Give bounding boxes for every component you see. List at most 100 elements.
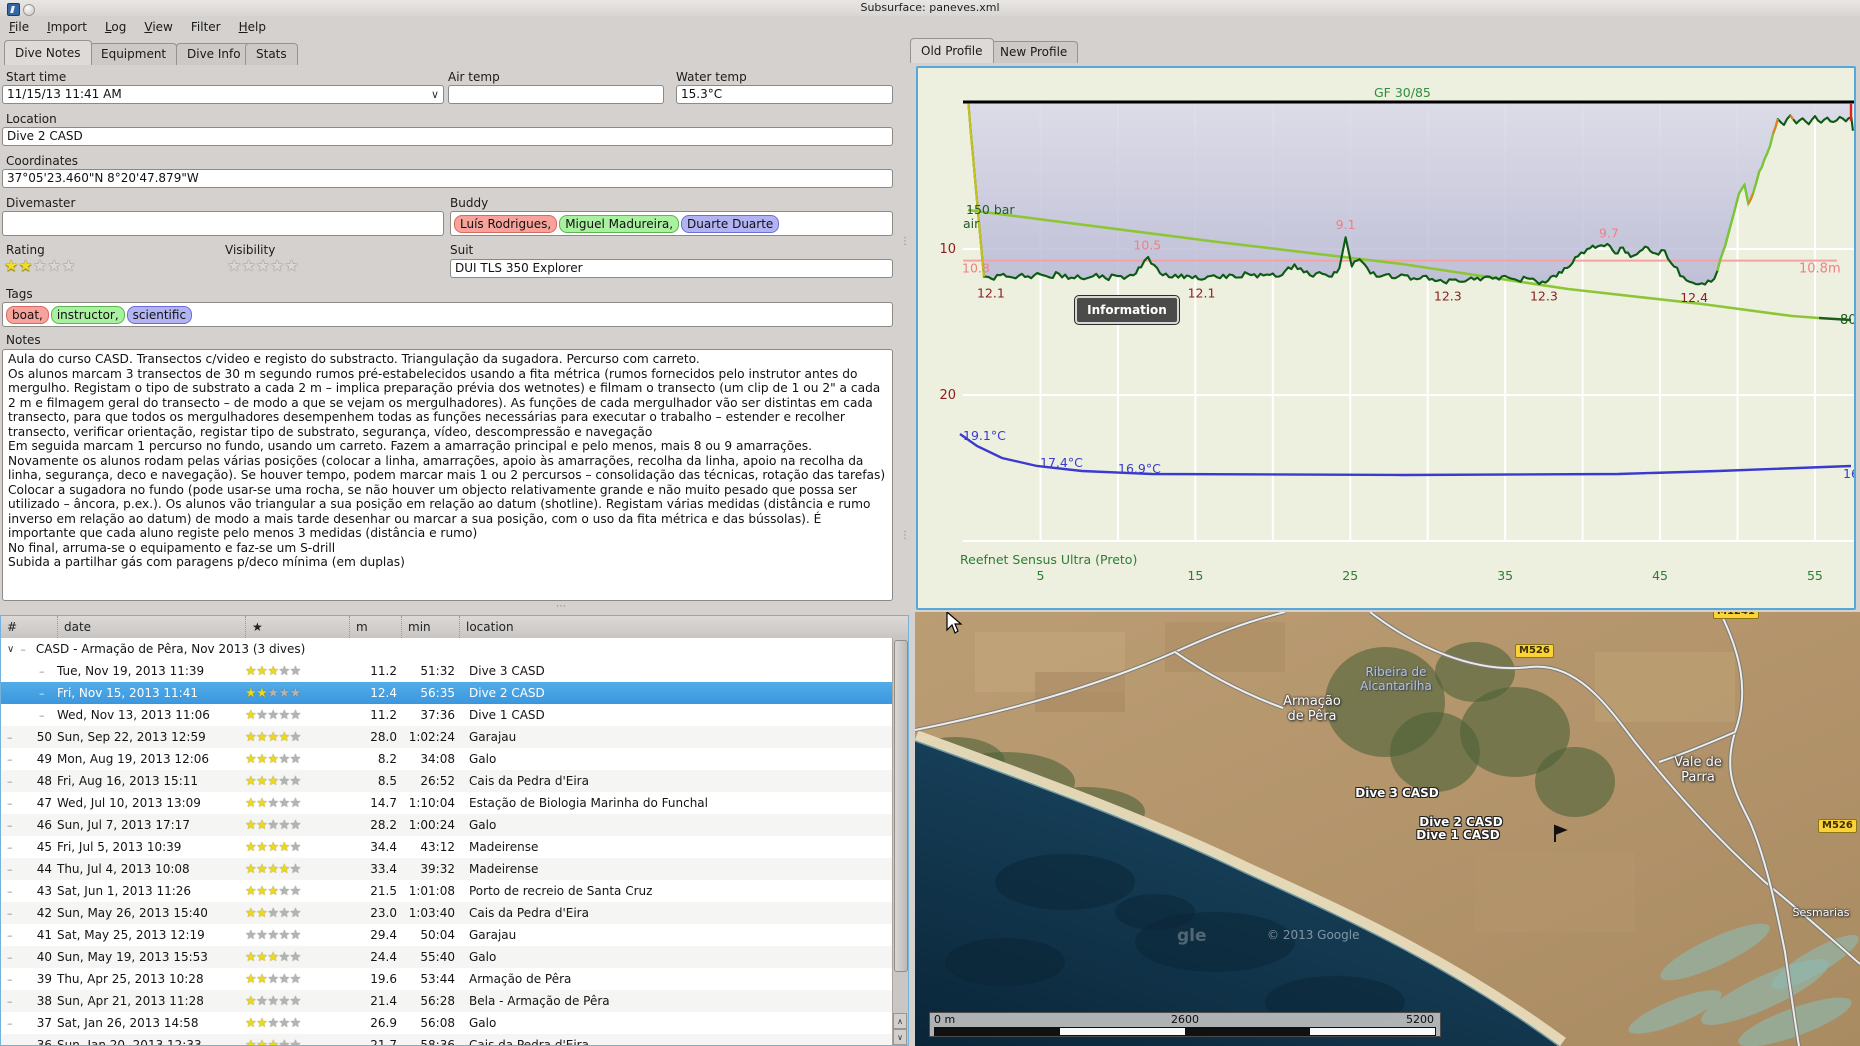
table-row-dive-36[interactable]: –36 Sun, Jan 20, 2013 12:33 ★★★★★ 21.7 58:36…	[1, 1034, 893, 1045]
map-label-dive-1-casd: Dive 1 CASD	[1416, 828, 1500, 842]
suit-value: DUI TLS 350 Explorer	[455, 261, 583, 275]
column-header-date[interactable]: date	[57, 616, 245, 638]
svg-text:19.1°C: 19.1°C	[963, 428, 1006, 443]
menu-bar: File Import Log View Filter Help	[0, 16, 1860, 38]
information-button[interactable]: Information	[1075, 296, 1179, 324]
coordinates-value: 37°05'23.460"N 8°20'47.879"W	[7, 171, 199, 185]
suit-field[interactable]: DUI TLS 350 Explorer	[450, 259, 893, 278]
column-header-stars[interactable]: ★	[245, 616, 349, 638]
rating-stars[interactable]: ★★★★★	[4, 256, 76, 275]
start-time-combo[interactable]: 11/15/13 11:41 AM ∨	[2, 85, 444, 104]
map-label-arma-o: Armação de Pêra	[1283, 694, 1341, 724]
table-row-dive-45[interactable]: –45 Fri, Jul 5, 2013 10:39 ★★★★★ 34.4 43:12 M…	[1, 836, 893, 858]
svg-text:12.4: 12.4	[1680, 290, 1708, 305]
vertical-splitter-grip[interactable]: ⋮	[900, 531, 911, 541]
coordinates-field[interactable]: 37°05'23.460"N 8°20'47.879"W	[2, 169, 893, 188]
visibility-label: Visibility	[225, 243, 276, 257]
table-row-dive-43[interactable]: –43 Sat, Jun 1, 2013 11:26 ★★★★★ 21.5 1:01:0…	[1, 880, 893, 902]
column-header-min[interactable]: min	[401, 616, 459, 638]
table-row-dive-40[interactable]: –40 Sun, May 19, 2013 15:53 ★★★★★ 24.4 55:40…	[1, 946, 893, 968]
table-row-dive-46[interactable]: –46 Sun, Jul 7, 2013 17:17 ★★★★★ 28.2 1:00:2…	[1, 814, 893, 836]
tab-stats[interactable]: Stats	[245, 43, 298, 65]
menu-import[interactable]: Import	[38, 17, 96, 37]
window-title: Subsurface: paneves.xml	[860, 1, 1000, 14]
tags-field[interactable]: boat, instructor, scientific	[2, 302, 893, 327]
map-label-gle: gle	[1177, 926, 1207, 946]
chevron-down-icon[interactable]: ∨	[431, 87, 439, 102]
table-row-dive-50[interactable]: –50 Sun, Sep 22, 2013 12:59 ★★★★★ 28.0 1:02:…	[1, 726, 893, 748]
svg-text:55: 55	[1807, 568, 1823, 583]
location-value: Dive 2 CASD	[7, 129, 83, 143]
svg-text:25: 25	[1342, 568, 1358, 583]
trip-group-row[interactable]: ∨ – CASD - Armação de Pêra, Nov 2013 (3 di…	[1, 638, 893, 660]
visibility-stars[interactable]: ★★★★★	[227, 256, 299, 275]
table-row-dive-42[interactable]: –42 Sun, May 26, 2013 15:40 ★★★★★ 23.0 1:03:…	[1, 902, 893, 924]
menu-help[interactable]: Help	[230, 17, 275, 37]
svg-text:12.1: 12.1	[1188, 286, 1216, 301]
table-row-dive-39[interactable]: –39 Thu, Apr 25, 2013 10:28 ★★★★★ 19.6 53:44…	[1, 968, 893, 990]
star-icon: ★	[4, 256, 19, 275]
scroll-down-button[interactable]: ∨	[893, 1029, 907, 1045]
scroll-up-button[interactable]: ∧	[893, 1013, 907, 1029]
table-row-dive-49[interactable]: –49 Mon, Aug 19, 2013 12:06 ★★★★★ 8.2 34:08 G…	[1, 748, 893, 770]
table-row-dive-48[interactable]: –48 Fri, Aug 16, 2013 15:11 ★★★★★ 8.5 26:52 C…	[1, 770, 893, 792]
svg-text:GF 30/85: GF 30/85	[1374, 85, 1431, 100]
collapse-icon[interactable]: ∨	[7, 644, 14, 655]
column-header-m[interactable]: m	[349, 616, 401, 638]
notes-textarea[interactable]: Aula do curso CASD. Transectos c/video e…	[2, 349, 893, 601]
tab-old-profile[interactable]: Old Profile	[910, 38, 994, 63]
table-row-dive-Dive-2-CASD[interactable]: – Fri, Nov 15, 2013 11:41 ★★★★★ 12.4 56:35 Di…	[1, 682, 893, 704]
tag-pill: boat,	[6, 305, 49, 324]
tab-dive-notes[interactable]: Dive Notes	[4, 40, 92, 65]
table-row-dive-47[interactable]: –47 Wed, Jul 10, 2013 13:09 ★★★★★ 14.7 1:10:…	[1, 792, 893, 814]
application-window: Subsurface: paneves.xml File Import Log Vie…	[0, 0, 1860, 1046]
svg-text:10.8m: 10.8m	[1799, 262, 1841, 277]
table-row-dive-37[interactable]: –37 Sat, Jan 26, 2013 14:58 ★★★★★ 26.9 56:08…	[1, 1012, 893, 1034]
air-temp-field[interactable]	[448, 85, 664, 104]
water-temp-field[interactable]: 15.3°C	[676, 85, 893, 104]
dive-list-scrollbar[interactable]: ∧ ∨	[892, 638, 908, 1045]
star-icon: ★	[255, 256, 271, 275]
column-header-location[interactable]: location	[459, 616, 908, 638]
menu-file[interactable]: File	[0, 17, 38, 37]
table-row-dive-38[interactable]: –38 Sun, Apr 21, 2013 11:28 ★★★★★ 21.4 56:28…	[1, 990, 893, 1012]
menu-log[interactable]: Log	[96, 17, 135, 37]
svg-text:16.9°C: 16.9°C	[1118, 461, 1161, 476]
rating-label: Rating	[6, 243, 45, 257]
vertical-splitter-grip[interactable]: ⋮	[900, 237, 911, 247]
star-icon: ★	[270, 256, 285, 275]
coordinates-label: Coordinates	[6, 154, 79, 168]
dive-profile-chart: GF 30/85 150 bar air 10 20 5 15 25 35 45 55 Reefnet…	[916, 66, 1856, 610]
tab-dive-info[interactable]: Dive Info	[176, 43, 252, 65]
dive-list-body: ∨ – CASD - Armação de Pêra, Nov 2013 (3 di…	[1, 638, 893, 1045]
table-row-dive-Dive-3-CASD[interactable]: – Tue, Nov 19, 2013 11:39 ★★★★★ 11.2 51:32 Di…	[1, 660, 893, 682]
divemaster-field[interactable]	[2, 211, 444, 236]
map-label-dive-3-casd: Dive 3 CASD	[1355, 786, 1439, 800]
scrollbar-thumb[interactable]	[894, 640, 908, 972]
menu-view[interactable]: View	[135, 17, 181, 37]
dive-site-map[interactable]: Armação de Pêra Ribeira de Alcantarilha Va…	[915, 612, 1860, 1046]
svg-text:45: 45	[1652, 568, 1668, 583]
horizontal-splitter-grip[interactable]: ⋯	[556, 602, 567, 612]
svg-text:10.5: 10.5	[1133, 237, 1161, 252]
table-row-dive-44[interactable]: –44 Thu, Jul 4, 2013 10:08 ★★★★★ 33.4 39:32 M…	[1, 858, 893, 880]
buddy-field[interactable]: Luís Rodrigues, Miguel Madureira, Duarte D…	[450, 211, 893, 236]
map-label-m526: M526	[1515, 644, 1554, 658]
location-field[interactable]: Dive 2 CASD	[2, 127, 893, 146]
star-icon: ★	[32, 256, 48, 275]
menu-filter[interactable]: Filter	[182, 17, 230, 37]
tab-new-profile[interactable]: New Profile	[989, 41, 1079, 63]
table-row-dive-Dive-1-CASD[interactable]: – Wed, Nov 13, 2013 11:06 ★★★★★ 11.2 37:36 Di…	[1, 704, 893, 726]
tab-equipment[interactable]: Equipment	[90, 43, 178, 65]
suit-label: Suit	[450, 243, 474, 257]
location-label: Location	[6, 112, 57, 126]
svg-text:80: 80	[1840, 313, 1854, 328]
mouse-cursor-icon	[946, 612, 963, 634]
svg-text:35: 35	[1497, 568, 1513, 583]
svg-text:10.8: 10.8	[962, 261, 990, 276]
column-header-num[interactable]: #	[1, 616, 57, 638]
tags-label: Tags	[6, 287, 33, 301]
table-row-dive-41[interactable]: –41 Sat, May 25, 2013 12:19 ★★★★★ 29.4 50:04…	[1, 924, 893, 946]
map-label-vale-de: Vale de Parra	[1674, 755, 1722, 785]
tag-pill: scientific	[126, 305, 193, 324]
